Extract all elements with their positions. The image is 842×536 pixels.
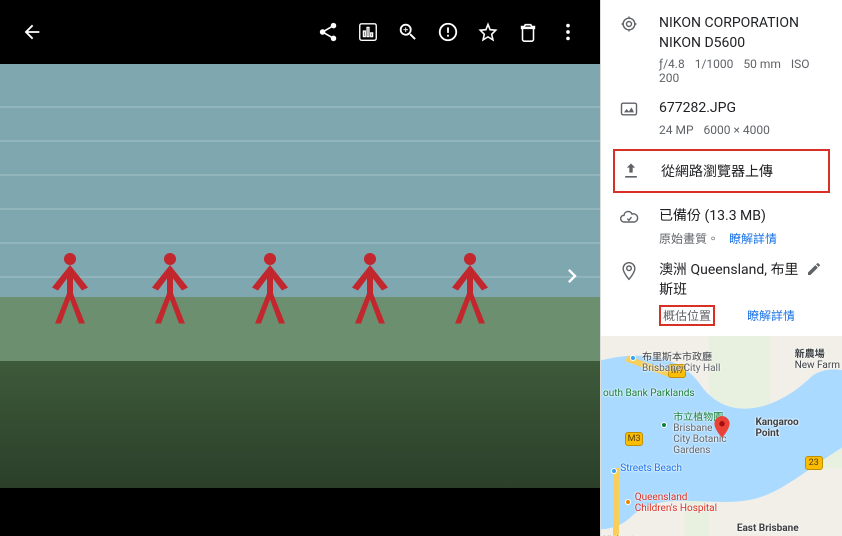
file-name: 677282.JPG: [659, 99, 826, 119]
map-label-cityhall: 布里斯本市政廳Brisbane City Hall: [642, 348, 720, 374]
edit-location-button[interactable]: [806, 261, 826, 325]
upload-source-label: 從網路瀏覽器上傳: [643, 161, 773, 181]
cloud-icon: [617, 207, 641, 248]
backup-status: 已備份 (13.3 MB): [659, 207, 826, 227]
location-learn-more-link[interactable]: 瞭解詳情: [747, 309, 795, 323]
camera-icon: [617, 14, 641, 85]
edit-icon[interactable]: [348, 12, 388, 52]
estimated-location-badge: 概估位置: [659, 305, 715, 326]
map-road-shield-m3: M3: [625, 432, 643, 446]
backup-quality-line: 原始畫質。瞭解詳情: [659, 230, 826, 247]
map-label-qch: Queensland Children's Hospital: [635, 492, 717, 514]
camera-row: NIKON CORPORATION NIKON D5600 ƒ/4.81/100…: [601, 0, 842, 85]
info-icon[interactable]: [428, 12, 468, 52]
file-dimensions: 24 MP6000 × 4000: [659, 123, 826, 137]
more-icon[interactable]: [548, 12, 588, 52]
map-label-east-brisbane: East Brisbane: [737, 523, 799, 534]
photo-viewer: [0, 0, 600, 536]
backup-row: 已備份 (13.3 MB) 原始畫質。瞭解詳情: [601, 193, 842, 248]
location-row: 澳洲 Queensland, 布里斯班 概估位置 瞭解詳情: [601, 247, 842, 325]
camera-model: NIKON CORPORATION NIKON D5600: [659, 14, 826, 53]
upload-icon: [619, 161, 643, 181]
info-panel: NIKON CORPORATION NIKON D5600 ƒ/4.81/100…: [600, 0, 842, 536]
next-photo-button[interactable]: [554, 258, 590, 294]
delete-icon[interactable]: [508, 12, 548, 52]
viewer-toolbar: [0, 0, 600, 64]
image-file-icon: [617, 99, 641, 137]
location-place: 澳洲 Queensland, 布里斯班: [659, 261, 806, 300]
file-row: 677282.JPG 24 MP6000 × 4000: [601, 85, 842, 137]
backup-learn-more-link[interactable]: 瞭解詳情: [729, 232, 777, 246]
photo-image: [0, 64, 600, 488]
zoom-icon[interactable]: [388, 12, 428, 52]
favorite-icon[interactable]: [468, 12, 508, 52]
share-icon[interactable]: [308, 12, 348, 52]
map-label-streets-beach: Streets Beach: [620, 463, 682, 474]
map-label-kangaroo-point: Kangaroo Point: [755, 417, 798, 439]
upload-source-row: 從網路瀏覽器上傳: [613, 149, 830, 193]
back-button[interactable]: [12, 12, 52, 52]
camera-exif: ƒ/4.81/100050 mmISO 200: [659, 57, 826, 85]
map-label-newfarm: 新農場New Farm: [795, 345, 840, 371]
map-label-sbp: outh Bank Parklands: [603, 388, 695, 399]
map-road-shield-23: 23: [805, 456, 823, 470]
map-pin-icon: [709, 414, 735, 444]
photo-stage: [0, 64, 600, 488]
location-icon: [617, 261, 641, 325]
location-map[interactable]: M7 M3 23 布里斯本市政廳Brisbane City Hall 新農場Ne…: [601, 336, 842, 536]
